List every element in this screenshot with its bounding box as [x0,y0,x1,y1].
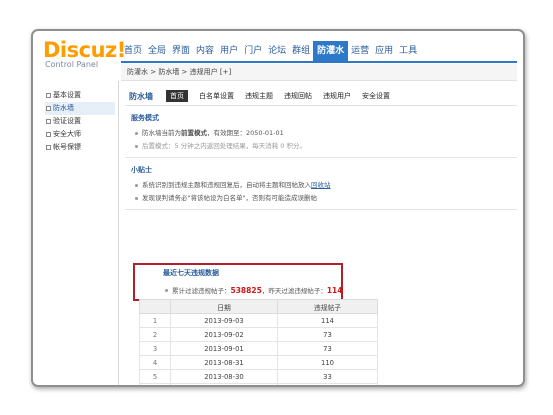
service-mode-value: 前置模式 [181,129,207,137]
discuz-logo[interactable]: Discuz! Control Panel [43,39,126,69]
row-date: 2013-08-29 [170,383,278,385]
sidebar-item-security-master[interactable]: 安全大师 [45,128,115,141]
tab-violating-threads[interactable]: 违规主题 [245,91,273,101]
table-row: 1 2013-09-03 114 [139,313,378,328]
top-navigation: 首页 全局 界面 内容 用户 门户 论坛 群组 防灌水 运营 应用 工具 [121,41,420,61]
sidebar-item-label: 安全大师 [53,130,81,138]
table-row: 6 2013-08-29 53 [139,383,378,385]
service-mode-heading: 服务模式 [131,114,159,122]
service-line-current: 防水墙当前为前置模式，有效期至：2050-01-01 [133,127,517,140]
row-index: 4 [139,355,171,370]
row-date: 2013-08-31 [170,355,278,370]
row-index: 1 [139,313,171,328]
tips-heading: 小贴士 [131,166,152,174]
tips-line-recycle: 系统识别到违规主题和违规回复后，自动将主题和回帖放入回收站 [133,179,517,192]
bullet-icon [46,132,51,137]
bullet-icon [46,145,51,150]
topnav-apps[interactable]: 应用 [372,41,396,61]
tab-whitelist[interactable]: 白名单设置 [199,91,234,101]
row-index: 6 [139,383,171,385]
service-line-post-mode: 后置模式：5 分钟之内返回处理结果，每天消耗 0 积分。 [133,140,517,153]
logo-title: Discuz! [43,38,126,62]
row-count: 73 [277,327,378,342]
recycle-bin-link[interactable]: 回收站 [311,181,331,189]
divider [125,209,517,210]
topnav-groups[interactable]: 群组 [289,41,313,61]
bullet-icon [135,184,138,187]
bullet-icon [135,132,138,135]
topnav-interface[interactable]: 界面 [169,41,193,61]
topnav-forum[interactable]: 论坛 [265,41,289,61]
tips-line-whitelist: 发现误判请务必"将该帖设为白名单"，否则有可能造成误删帖 [133,192,517,205]
sidebar-divider [118,81,119,385]
page-title: 防水墙 [129,91,153,101]
topnav-content[interactable]: 内容 [193,41,217,61]
sidebar: 基本设置 防水墙 验证设置 安全大师 帐号保镖 [45,89,115,154]
tab-violating-replies[interactable]: 违规回帖 [284,91,312,101]
sidebar-item-account-guard[interactable]: 帐号保镖 [45,141,115,154]
stats-heading: 最近七天违规数据 [163,269,219,277]
row-index: 3 [139,341,171,356]
yesterday-filtered-count: 114 [326,286,343,295]
row-index: 2 [139,327,171,342]
column-header-date: 日期 [170,299,278,314]
breadcrumb: 防灌水 > 防水墙 > 违规用户 [+] [121,64,517,81]
sidebar-item-label: 基本设置 [53,91,81,99]
topnav-tools[interactable]: 工具 [396,41,420,61]
row-count: 110 [277,355,378,370]
row-date: 2013-09-02 [170,327,278,342]
sidebar-item-label: 防水墙 [53,104,74,112]
control-panel-window: Discuz! Control Panel 首页 全局 界面 内容 用户 门户 … [31,29,525,387]
table-row: 2 2013-09-02 73 [139,327,378,342]
tips-section: 系统识别到违规主题和违规回复后，自动将主题和回帖放入回收站 发现误判请务必"将该… [125,179,517,205]
row-count: 33 [277,369,378,384]
topnav-anti-spam[interactable]: 防灌水 [313,41,349,61]
bullet-icon [46,119,51,124]
topnav-global[interactable]: 全局 [145,41,169,61]
column-header-count: 违规帖子 [277,299,378,314]
row-count: 53 [277,383,378,385]
bullet-icon [135,145,138,148]
table-row: 5 2013-08-30 33 [139,369,378,384]
nav-underline [121,61,517,63]
sidebar-item-firewall[interactable]: 防水墙 [45,102,115,115]
sidebar-item-verification[interactable]: 验证设置 [45,115,115,128]
topnav-users[interactable]: 用户 [217,41,241,61]
row-date: 2013-09-01 [170,341,278,356]
violations-table: 日期 违规帖子 1 2013-09-03 114 2 2013-09-02 73… [139,299,378,385]
row-index: 5 [139,369,171,384]
tab-security-settings[interactable]: 安全设置 [362,91,390,101]
row-count: 73 [277,341,378,356]
total-filtered-count: 538825 [230,286,262,295]
tab-bar: 防水墙 首页 白名单设置 违规主题 违规回帖 违规用户 安全设置 [125,87,517,106]
tab-home[interactable]: 首页 [166,90,188,102]
bullet-icon [135,197,138,200]
bullet-icon [46,106,51,111]
topnav-home[interactable]: 首页 [121,41,145,61]
bullet-icon [46,93,51,98]
row-count: 114 [277,313,378,328]
topnav-operations[interactable]: 运营 [348,41,372,61]
stats-summary: 累计过滤违规帖子：538825，昨天过滤违规帖子：114 [163,284,342,297]
stats-section: 最近七天违规数据 累计过滤违规帖子：538825，昨天过滤违规帖子：114 [163,268,342,297]
row-date: 2013-09-03 [170,313,278,328]
sidebar-item-label: 帐号保镖 [53,143,81,151]
tab-violating-users[interactable]: 违规用户 [323,91,351,101]
main-content: 防水墙 首页 白名单设置 违规主题 违规回帖 违规用户 安全设置 服务模式 防水… [125,87,517,210]
table-row: 4 2013-08-31 110 [139,355,378,370]
topnav-portal[interactable]: 门户 [241,41,265,61]
bullet-icon [165,289,168,292]
table-header-row: 日期 违规帖子 [139,299,378,314]
row-date: 2013-08-30 [170,369,278,384]
service-mode-section: 防水墙当前为前置模式，有效期至：2050-01-01 后置模式：5 分钟之内返回… [125,127,517,153]
table-row: 3 2013-09-01 73 [139,341,378,356]
sidebar-item-label: 验证设置 [53,117,81,125]
sidebar-item-basic-settings[interactable]: 基本设置 [45,89,115,102]
column-header-index [139,299,171,314]
